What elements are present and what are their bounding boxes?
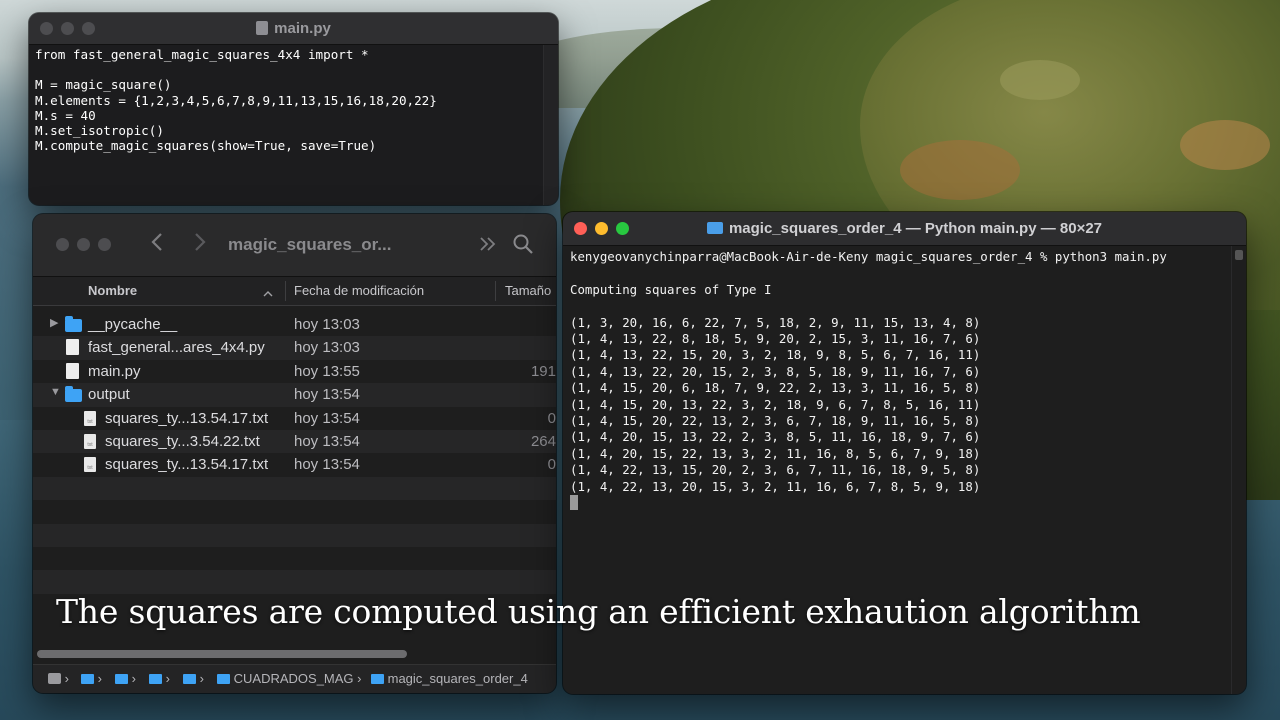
- search-icon: [513, 234, 533, 254]
- empty-row: [33, 570, 556, 594]
- column-header-name[interactable]: Nombre: [88, 283, 137, 298]
- file-row-fast-general[interactable]: fast_general...ares_4x4.py hoy 13:03: [33, 336, 556, 360]
- empty-row: [33, 500, 556, 523]
- text-file-icon: txt: [84, 457, 96, 473]
- empty-row: [33, 547, 556, 570]
- code-editor[interactable]: from fast_general_magic_squares_4x4 impo…: [29, 45, 558, 155]
- file-size: 0: [547, 409, 556, 427]
- file-size: 264: [530, 432, 556, 450]
- terminal-titlebar[interactable]: magic_squares_order_4 — Python main.py —…: [563, 212, 1246, 246]
- file-row-main-py[interactable]: main.py hoy 13:55 191: [33, 360, 556, 383]
- path-folder-cuadrados[interactable]: CUADRADOS_MAG ›: [217, 671, 362, 686]
- back-button[interactable]: [150, 231, 164, 259]
- path-folder[interactable]: ›: [81, 671, 102, 686]
- file-date: hoy 13:54: [294, 386, 360, 404]
- folder-icon: [371, 674, 384, 684]
- folder-icon: [149, 674, 162, 684]
- scrollbar-thumb[interactable]: [1235, 250, 1243, 260]
- close-button[interactable]: [56, 238, 69, 251]
- file-name: fast_general...ares_4x4.py: [88, 339, 265, 357]
- path-bar: › › › › › CUADRADOS_MAG › magic_squares_…: [33, 664, 556, 693]
- path-folder-current[interactable]: magic_squares_order_4: [371, 671, 528, 686]
- terminal-title-text: magic_squares_order_4 — Python main.py —…: [728, 220, 1103, 237]
- file-date: hoy 13:54: [294, 409, 360, 427]
- file-date: hoy 13:03: [294, 316, 360, 333]
- file-date: hoy 13:55: [294, 362, 360, 380]
- terminal-output[interactable]: kenygeovanychinparra@MacBook-Air-de-Keny…: [563, 246, 1246, 515]
- editor-scrollbar[interactable]: [543, 45, 558, 205]
- editor-window: main.py from fast_general_magic_squares_…: [29, 13, 558, 205]
- horizontal-scrollbar[interactable]: [37, 650, 407, 658]
- file-date: hoy 13:54: [294, 432, 360, 450]
- file-row-squares-1[interactable]: txt squares_ty...13.54.17.txt hoy 13:54 …: [33, 407, 556, 430]
- column-header-row: Nombre Fecha de modificación Tamaño: [33, 277, 556, 306]
- document-icon: [256, 21, 269, 35]
- window-controls: [56, 238, 111, 251]
- file-name: squares_ty...13.54.17.txt: [105, 456, 269, 474]
- terminal-scrollbar[interactable]: [1231, 246, 1246, 694]
- python-file-icon: [66, 362, 79, 379]
- sort-chevron-up-icon: [263, 285, 273, 300]
- chevron-right-icon: [195, 233, 206, 251]
- text-file-icon: txt: [84, 433, 96, 449]
- column-header-size[interactable]: Tamaño: [505, 283, 551, 298]
- zoom-button[interactable]: [98, 238, 111, 251]
- editor-title: main.py: [29, 20, 558, 37]
- toolbar-overflow-button[interactable]: [479, 233, 497, 260]
- file-size: 0: [547, 456, 556, 474]
- folder-icon: [81, 674, 94, 684]
- folder-icon: [65, 316, 82, 332]
- file-size: 191: [530, 362, 556, 380]
- terminal-output-text: kenygeovanychinparra@MacBook-Air-de-Keny…: [570, 249, 1167, 494]
- empty-row: [33, 523, 556, 547]
- file-list: ▶ __pycache__ hoy 13:03 fast_general...a…: [33, 313, 556, 617]
- file-name: output: [88, 386, 130, 404]
- path-folder[interactable]: ›: [183, 671, 204, 686]
- file-date: hoy 13:54: [294, 456, 360, 474]
- path-drive[interactable]: ›: [48, 671, 69, 686]
- file-name: squares_ty...13.54.17.txt: [105, 409, 269, 427]
- column-header-date[interactable]: Fecha de modificación: [294, 283, 424, 298]
- file-row-pycache[interactable]: ▶ __pycache__ hoy 13:03: [33, 313, 556, 336]
- editor-titlebar[interactable]: main.py: [29, 13, 558, 45]
- file-row-output[interactable]: ▼ output hoy 13:54: [33, 383, 556, 407]
- folder-icon: [183, 674, 196, 684]
- search-button[interactable]: [512, 233, 534, 260]
- text-file-icon: txt: [84, 410, 96, 426]
- video-caption: The squares are computed using an effici…: [56, 592, 1141, 631]
- path-folder[interactable]: ›: [149, 671, 170, 686]
- minimize-button[interactable]: [77, 238, 90, 251]
- file-name: main.py: [88, 362, 141, 380]
- empty-row: [33, 476, 556, 501]
- terminal-cursor: [570, 495, 578, 511]
- folder-icon: [706, 222, 723, 234]
- chevron-left-icon: [151, 233, 162, 251]
- disclosure-triangle-down-icon[interactable]: ▼: [50, 386, 61, 398]
- path-folder-label: magic_squares_order_4: [387, 671, 528, 686]
- file-row-squares-2[interactable]: txt squares_ty...3.54.22.txt hoy 13:54 2…: [33, 429, 556, 454]
- folder-icon: [115, 674, 128, 684]
- folder-icon: [65, 386, 82, 403]
- chevron-double-right-icon: [480, 237, 496, 251]
- terminal-title: magic_squares_order_4 — Python main.py —…: [563, 220, 1246, 237]
- path-folder-label: CUADRADOS_MAG: [233, 671, 354, 686]
- path-folder[interactable]: ›: [115, 671, 136, 686]
- finder-window-title: magic_squares_or...: [228, 235, 392, 254]
- disclosure-triangle-right-icon[interactable]: ▶: [50, 316, 58, 329]
- folder-icon: [217, 674, 230, 684]
- file-name: squares_ty...3.54.22.txt: [105, 432, 260, 450]
- editor-title-text: main.py: [274, 20, 331, 37]
- file-date: hoy 13:03: [294, 339, 360, 357]
- forward-button[interactable]: [193, 231, 207, 259]
- python-file-icon: [66, 339, 79, 356]
- file-name: __pycache__: [88, 316, 178, 333]
- file-row-squares-3[interactable]: txt squares_ty...13.54.17.txt hoy 13:54 …: [33, 453, 556, 476]
- drive-icon: [48, 673, 61, 684]
- finder-toolbar: magic_squares_or...: [33, 214, 556, 277]
